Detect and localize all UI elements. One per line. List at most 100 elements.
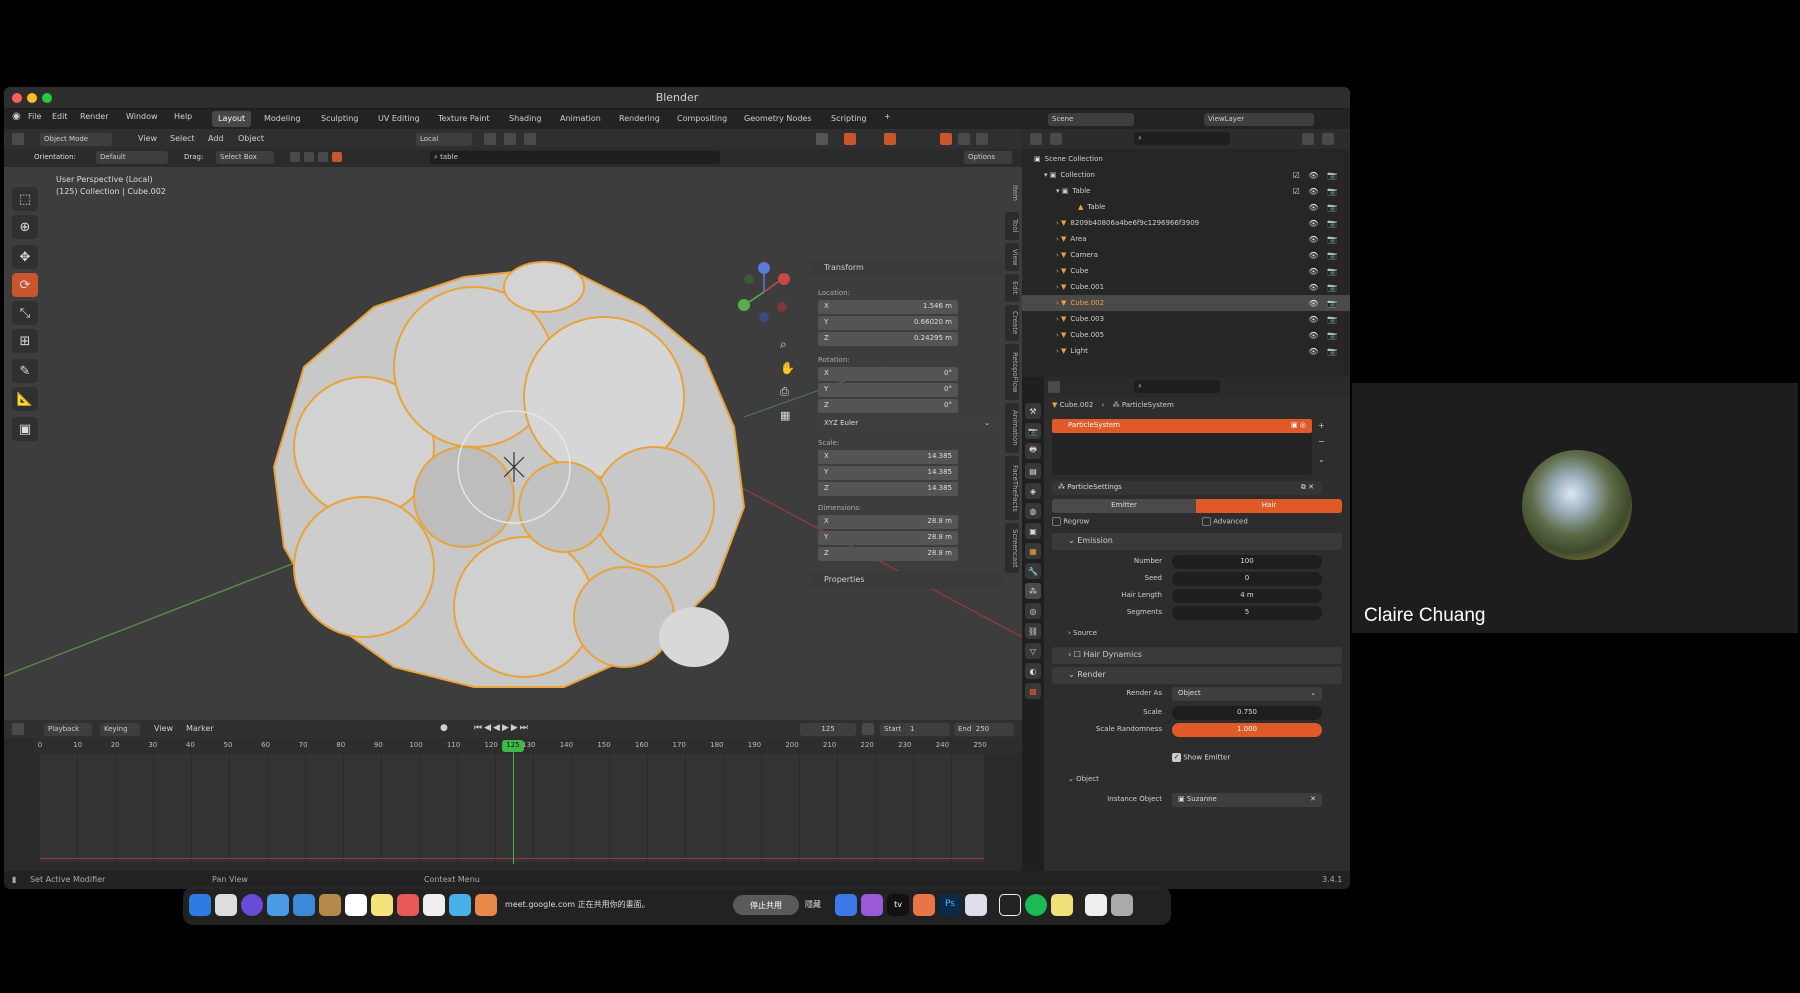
scale-randomness-field[interactable]: 1.000 xyxy=(1172,723,1322,737)
capcut-icon[interactable] xyxy=(999,894,1021,916)
spotify-icon[interactable] xyxy=(1025,894,1047,916)
tab-geometry-nodes[interactable]: Geometry Nodes xyxy=(738,111,817,127)
playback-controls[interactable]: ⏮◀◀▶▶⏭ xyxy=(474,723,530,733)
world-tab-icon[interactable]: ◍ xyxy=(1025,503,1041,519)
remove-particle-system-icon[interactable]: − xyxy=(1318,437,1325,446)
outliner-row-area[interactable]: › ▼ Area 👁 📷 xyxy=(1022,231,1350,247)
transform-pivot-selector[interactable]: Local xyxy=(416,133,472,146)
playhead-line[interactable] xyxy=(513,740,514,864)
display-mode-icon[interactable] xyxy=(1050,133,1062,145)
tab-item[interactable]: Item xyxy=(1005,177,1019,209)
dimension-x-field[interactable]: X 28.8 m xyxy=(818,515,958,529)
outliner-row-cube-003[interactable]: › ▼ Cube.003 👁 📷 xyxy=(1022,311,1350,327)
mail-icon[interactable] xyxy=(293,894,315,916)
new-collection-icon[interactable] xyxy=(1322,133,1334,145)
add-particle-system-icon[interactable]: + xyxy=(1318,421,1325,430)
view-layer-tab-icon[interactable]: ▤ xyxy=(1025,463,1041,479)
orientation-selector[interactable]: Default xyxy=(96,151,168,164)
outliner-row-collection[interactable]: ▾ ▣ Collection ☑ 👁 📷 xyxy=(1022,167,1350,183)
photos-icon[interactable] xyxy=(475,894,497,916)
marker-menu[interactable]: Marker xyxy=(186,724,214,733)
zoom-icon[interactable]: ⌕ xyxy=(780,337,787,352)
segments-field[interactable]: 5 xyxy=(1172,606,1322,620)
tab-create[interactable]: Create xyxy=(1005,305,1019,341)
tool-tab-icon[interactable]: ⚒ xyxy=(1025,403,1041,419)
reminders-icon[interactable] xyxy=(423,894,445,916)
trash-icon[interactable] xyxy=(1111,894,1133,916)
menu-help[interactable]: Help xyxy=(174,112,192,121)
tab-edit[interactable]: Edit xyxy=(1005,274,1019,302)
tab-layout[interactable]: Layout xyxy=(212,111,252,127)
photo-booth-icon[interactable] xyxy=(397,894,419,916)
rotate-icon[interactable]: ⟳ xyxy=(12,273,38,297)
shading-material-icon[interactable] xyxy=(958,133,970,145)
visibility-icon[interactable] xyxy=(816,133,828,145)
keying-menu[interactable]: Keying xyxy=(100,723,140,736)
falloff-icon[interactable] xyxy=(524,133,536,145)
outliner-row-cube-005[interactable]: › ▼ Cube.005 👁 📷 xyxy=(1022,327,1350,343)
annotate-icon[interactable]: ✎ xyxy=(12,359,38,383)
physics-tab-icon[interactable]: ◎ xyxy=(1025,603,1041,619)
measure-icon[interactable]: 📐 xyxy=(12,387,38,411)
ortho-toggle-icon[interactable]: ▦ xyxy=(780,409,790,422)
tab-tool[interactable]: Tool xyxy=(1005,212,1019,240)
list-menu-icon[interactable]: ⌄ xyxy=(1318,455,1325,464)
tab-sculpting[interactable]: Sculpting xyxy=(315,111,364,127)
scale-field[interactable]: 0.750 xyxy=(1172,706,1322,720)
tab-texture-paint[interactable]: Texture Paint xyxy=(432,111,496,127)
brave-icon[interactable] xyxy=(913,894,935,916)
gizmo-icon[interactable] xyxy=(844,133,856,145)
outliner-row-light[interactable]: › ▼ Light 👁 📷 xyxy=(1022,343,1350,359)
properties-search-input[interactable]: ⌕ xyxy=(1134,380,1220,393)
number-field[interactable]: 100 xyxy=(1172,555,1322,569)
texture-tab-icon[interactable]: ▩ xyxy=(1025,683,1041,699)
playback-menu[interactable]: Playback xyxy=(44,723,92,736)
apple-tv-icon[interactable]: tv xyxy=(887,894,909,916)
drag-selector[interactable]: Select Box xyxy=(216,151,274,164)
frame-ruler[interactable]: 0 10 20 30 40 50 60 70 80 90 100 110 120 130 140 150 160… xyxy=(34,738,1022,754)
tab-facethefacts[interactable]: FaceTheFacts xyxy=(1005,456,1019,520)
rotation-x-field[interactable]: X 0° xyxy=(818,367,958,381)
outliner-row-cube-001[interactable]: › ▼ Cube.001 👁 📷 xyxy=(1022,279,1350,295)
finder-icon[interactable] xyxy=(189,894,211,916)
collection-tab-icon[interactable]: ▣ xyxy=(1025,523,1041,539)
calendar-icon[interactable] xyxy=(345,894,367,916)
emission-panel-header[interactable]: ⌄ Emission xyxy=(1052,533,1342,550)
launchpad-icon[interactable] xyxy=(215,894,237,916)
podcasts-icon[interactable] xyxy=(861,894,883,916)
select-box-icon[interactable]: ⬚ xyxy=(12,187,38,211)
pan-hand-icon[interactable]: ✋ xyxy=(780,361,795,375)
tab-animation[interactable]: Animation xyxy=(1005,403,1019,453)
scale-z-field[interactable]: Z 14.385 xyxy=(818,482,958,496)
select-mode-new-icon[interactable] xyxy=(290,152,300,162)
transform-icon[interactable]: ⊞ xyxy=(12,329,38,353)
notes-brown-icon[interactable] xyxy=(319,894,341,916)
show-emitter-checkbox[interactable]: ✓ Show Emitter xyxy=(1172,753,1230,762)
menu-file[interactable]: File xyxy=(28,112,41,121)
snap-icon[interactable] xyxy=(484,133,496,145)
instance-object-field[interactable]: ▣ Suzanne ✕ xyxy=(1172,793,1322,807)
stop-sharing-button[interactable]: 停止共用 xyxy=(733,895,799,915)
advanced-checkbox[interactable]: Advanced xyxy=(1202,517,1248,526)
timeline-tracks[interactable] xyxy=(40,754,984,862)
location-y-field[interactable]: Y 0.66020 m xyxy=(818,316,958,330)
dimension-z-field[interactable]: Z 28.8 m xyxy=(818,547,958,561)
options-button[interactable]: Options xyxy=(964,151,1012,164)
menu-window[interactable]: Window xyxy=(126,112,158,121)
preview-icon[interactable] xyxy=(965,894,987,916)
shading-solid-icon[interactable] xyxy=(940,133,952,145)
tab-view[interactable]: View xyxy=(1005,243,1019,271)
rotation-mode-selector[interactable]: XYZ Euler ⌄ xyxy=(818,417,996,431)
add-workspace-icon[interactable]: + xyxy=(884,112,891,121)
output-tab-icon[interactable]: 🖶 xyxy=(1025,443,1041,459)
rotation-z-field[interactable]: Z 0° xyxy=(818,399,958,413)
scale-y-field[interactable]: Y 14.385 xyxy=(818,466,958,480)
particle-system-item[interactable]: ParticleSystem ▣ ◎ xyxy=(1052,419,1312,433)
tab-shading[interactable]: Shading xyxy=(503,111,548,127)
particle-settings-selector[interactable]: ⁂ ParticleSettings ⧉ ✕ xyxy=(1052,481,1322,495)
seed-field[interactable]: 0 xyxy=(1172,572,1322,586)
hair-length-field[interactable]: 4 m xyxy=(1172,589,1322,603)
timeline-view-menu[interactable]: View xyxy=(154,724,173,733)
tab-scripting[interactable]: Scripting xyxy=(825,111,873,127)
search-field[interactable]: ⌕ table xyxy=(430,151,720,164)
